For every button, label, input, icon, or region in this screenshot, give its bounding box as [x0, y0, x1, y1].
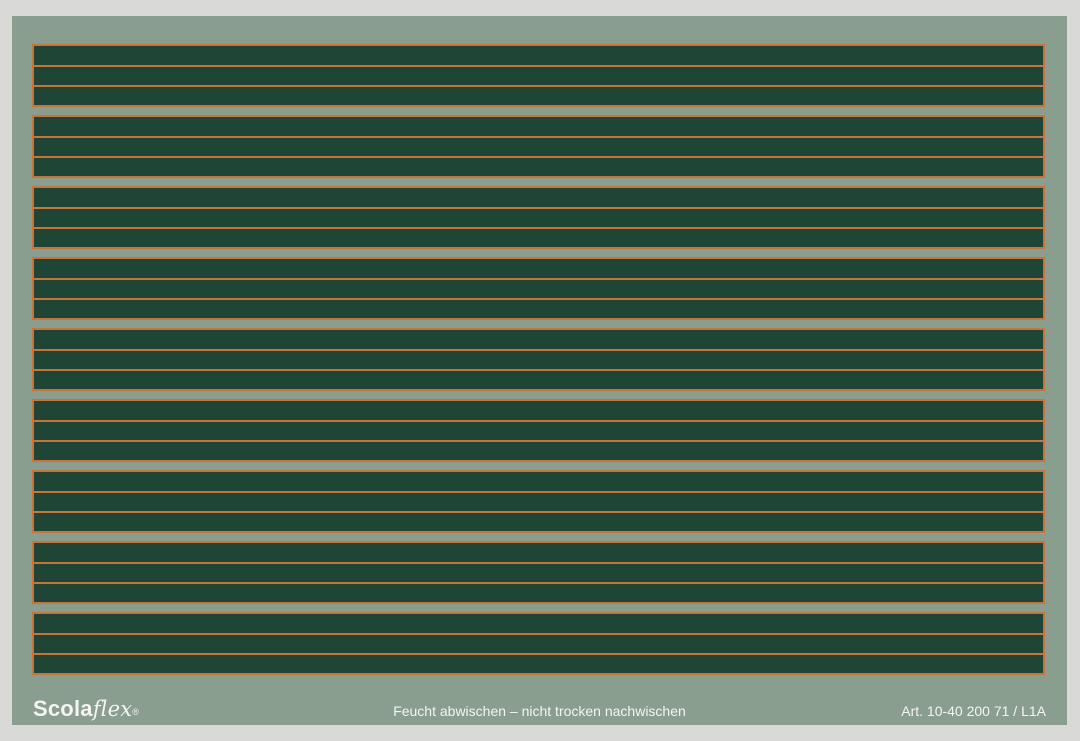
writing-line-band [32, 541, 1045, 604]
writing-line-band [32, 612, 1045, 675]
chalkboard-panel: Scolaflex® Feucht abwischen – nicht troc… [12, 16, 1067, 725]
middle-zone [32, 65, 1045, 87]
writing-line-band [32, 186, 1045, 249]
writing-line-band [32, 257, 1045, 320]
middle-zone [32, 633, 1045, 655]
writing-line-band [32, 399, 1045, 462]
writing-line-band [32, 470, 1045, 533]
footer: Scolaflex® Feucht abwischen – nicht troc… [12, 691, 1067, 725]
middle-zone [32, 278, 1045, 300]
middle-zone [32, 136, 1045, 158]
middle-zone [32, 349, 1045, 371]
middle-zone [32, 207, 1045, 229]
writing-line-band [32, 115, 1045, 178]
middle-zone [32, 491, 1045, 513]
middle-zone [32, 420, 1045, 442]
writing-line-band [32, 44, 1045, 107]
middle-zone [32, 562, 1045, 584]
article-number: Art. 10-40 200 71 / L1A [901, 703, 1046, 719]
writing-line-band [32, 328, 1045, 391]
